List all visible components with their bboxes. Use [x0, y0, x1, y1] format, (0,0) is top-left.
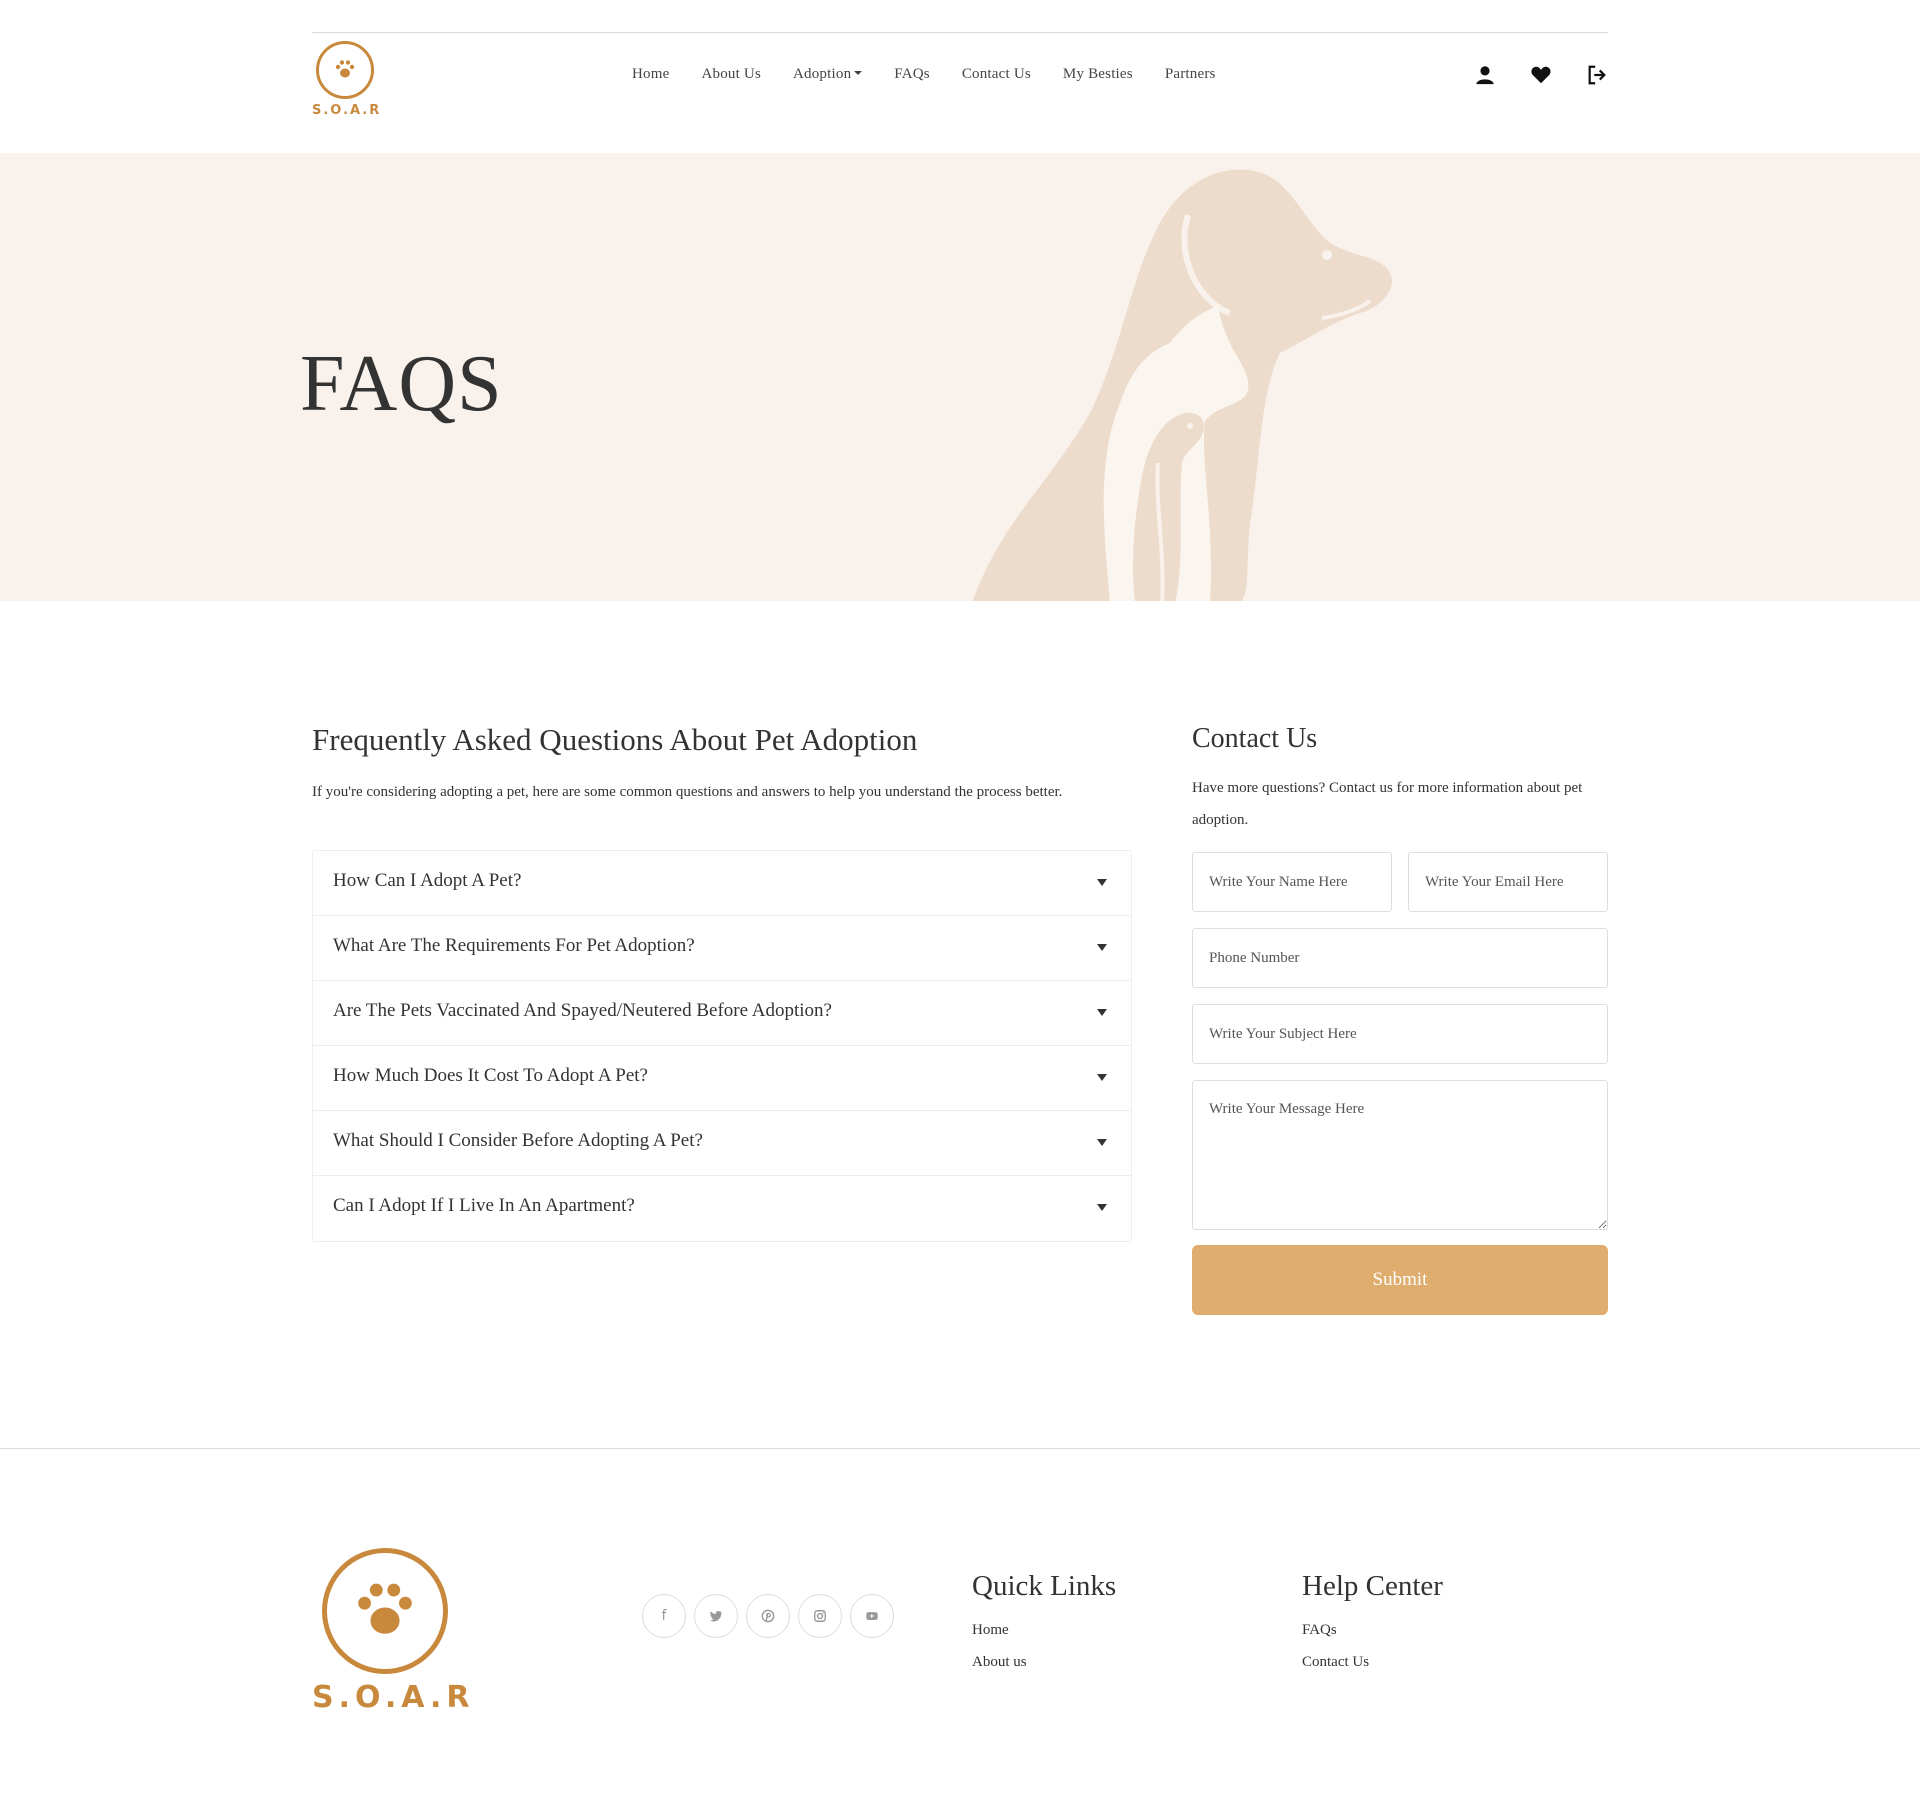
faq-item[interactable]: Can I Adopt If I Live In An Apartment? — [313, 1176, 1131, 1241]
footer-link-contact-us[interactable]: Contact Us — [1302, 1646, 1443, 1678]
faq-question: How Can I Adopt A Pet? — [333, 870, 522, 891]
message-textarea[interactable] — [1192, 1080, 1608, 1230]
faq-item[interactable]: How Much Does It Cost To Adopt A Pet? — [313, 1046, 1131, 1111]
faq-question: How Much Does It Cost To Adopt A Pet? — [333, 1065, 648, 1086]
hero-banner: FAQS — [0, 153, 1920, 601]
phone-input[interactable] — [1192, 928, 1608, 988]
user-icon[interactable] — [1474, 64, 1496, 86]
facebook-icon[interactable]: f — [642, 1594, 686, 1638]
faq-item[interactable]: What Should I Consider Before Adopting A… — [313, 1111, 1131, 1176]
faq-heading: Frequently Asked Questions About Pet Ado… — [312, 722, 918, 757]
twitter-icon[interactable] — [694, 1594, 738, 1638]
faq-accordion: How Can I Adopt A Pet? What Are The Requ… — [312, 850, 1132, 1242]
faq-item[interactable]: What Are The Requirements For Pet Adopti… — [313, 916, 1131, 981]
submit-button[interactable]: Submit — [1192, 1245, 1608, 1315]
faq-question: What Should I Consider Before Adopting A… — [333, 1130, 703, 1151]
footer-link-about-us[interactable]: About us — [972, 1646, 1116, 1678]
page-title: FAQS — [300, 340, 503, 428]
site-header: S.O.A.R Home About Us Adoption FAQs Cont… — [312, 33, 1608, 153]
nav-home[interactable]: Home — [632, 66, 669, 83]
quick-links-column: Quick Links Home About us — [972, 1566, 1116, 1678]
name-input[interactable] — [1192, 852, 1392, 912]
contact-section: Contact Us Have more questions? Contact … — [1192, 720, 1608, 1315]
nav-adoption-label: Adoption — [793, 66, 852, 82]
quick-links-list: Home About us — [972, 1614, 1116, 1678]
quick-links-heading: Quick Links — [972, 1570, 1117, 1602]
faq-intro-text: If you're considering adopting a pet, he… — [312, 784, 1063, 800]
footer-link-faqs[interactable]: FAQs — [1302, 1614, 1443, 1646]
nav-adoption[interactable]: Adoption — [793, 66, 863, 83]
header-actions — [1474, 64, 1608, 86]
contact-intro-text: Have more questions? Contact us for more… — [1192, 780, 1583, 828]
nav-contact-us[interactable]: Contact Us — [962, 66, 1031, 83]
faq-item[interactable]: Are The Pets Vaccinated And Spayed/Neute… — [313, 981, 1131, 1046]
faq-section: Frequently Asked Questions About Pet Ado… — [312, 720, 1132, 1242]
logout-icon[interactable] — [1586, 64, 1608, 86]
nav-faqs[interactable]: FAQs — [894, 66, 930, 83]
footer-divider — [0, 1448, 1920, 1449]
chevron-down-icon — [1097, 944, 1107, 951]
chevron-down-icon — [1097, 1074, 1107, 1081]
chevron-down-icon — [1097, 1139, 1107, 1146]
nav-partners[interactable]: Partners — [1165, 66, 1216, 83]
footer-link-home[interactable]: Home — [972, 1614, 1116, 1646]
chevron-down-icon — [1097, 1009, 1107, 1016]
email-input[interactable] — [1408, 852, 1608, 912]
caret-down-icon — [854, 70, 863, 75]
instagram-icon[interactable] — [798, 1594, 842, 1638]
paw-icon — [358, 1583, 412, 1634]
social-links: f — [642, 1594, 894, 1638]
contact-heading: Contact Us — [1192, 723, 1318, 754]
nav-my-besties[interactable]: My Besties — [1063, 66, 1133, 83]
paw-icon — [335, 60, 355, 78]
faq-question: Are The Pets Vaccinated And Spayed/Neute… — [333, 1000, 832, 1021]
contact-form: Submit — [1192, 852, 1608, 1452]
site-logo[interactable]: S.O.A.R — [312, 41, 382, 121]
logo-text: S.O.A.R — [312, 103, 382, 118]
faq-question: Can I Adopt If I Live In An Apartment? — [333, 1195, 635, 1216]
pinterest-icon[interactable] — [746, 1594, 790, 1638]
chevron-down-icon — [1097, 879, 1107, 886]
subject-input[interactable] — [1192, 1004, 1608, 1064]
chevron-down-icon — [1097, 1204, 1107, 1211]
youtube-icon[interactable] — [850, 1594, 894, 1638]
faq-question: What Are The Requirements For Pet Adopti… — [333, 935, 695, 956]
footer-logo[interactable]: S.O.A.R — [312, 1540, 475, 1720]
nav-about-us[interactable]: About Us — [701, 66, 761, 83]
help-center-column: Help Center FAQs Contact Us — [1302, 1566, 1443, 1678]
main-nav: Home About Us Adoption FAQs Contact Us M… — [632, 66, 1248, 83]
heart-icon[interactable] — [1530, 64, 1552, 86]
footer-logo-text: S.O.A.R — [312, 1680, 475, 1715]
help-center-heading: Help Center — [1302, 1570, 1443, 1602]
pets-silhouette-illustration — [972, 169, 1392, 601]
help-center-list: FAQs Contact Us — [1302, 1614, 1443, 1678]
faq-item[interactable]: How Can I Adopt A Pet? — [313, 851, 1131, 916]
